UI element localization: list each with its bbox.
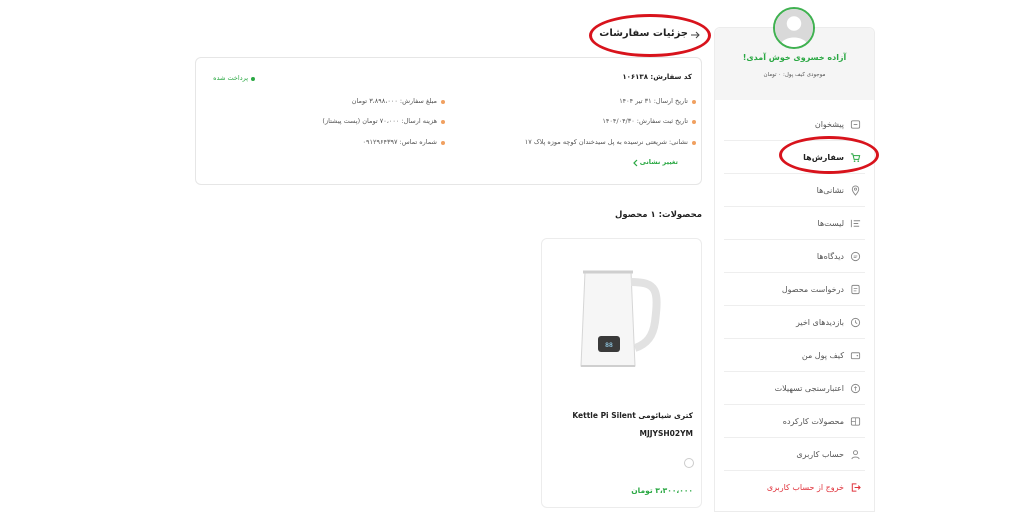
- sidebar-item-label: اعتبارسنجی تسهیلات: [774, 383, 844, 393]
- sidebar-item-lists[interactable]: لیست‌ها: [724, 207, 865, 240]
- product-price: ۳،۳۰۰،۰۰۰ تومان: [631, 486, 693, 495]
- sidebar-item-label: پیشخوان: [814, 119, 844, 129]
- sidebar-item-label: حساب کاربری: [796, 449, 844, 459]
- sidebar-item-label: نشانی‌ها: [816, 185, 844, 195]
- user-icon: [850, 449, 861, 460]
- sidebar-item-label: کیف پول من: [801, 350, 844, 360]
- sidebar-item-comments[interactable]: دیدگاه‌ها: [724, 240, 865, 273]
- bullet-dot: [692, 100, 696, 104]
- sidebar-item-addresses[interactable]: نشانی‌ها: [724, 174, 865, 207]
- annotation-circle-orders: [779, 136, 879, 174]
- product-name[interactable]: کتری شیائومی Kettle Pi Silent MJJYSH02YM: [555, 407, 693, 443]
- svg-text:88: 88: [605, 342, 613, 349]
- sidebar-item-wallet[interactable]: کیف پول من: [724, 339, 865, 372]
- clock-icon: [850, 317, 861, 328]
- address-text: نشانی: شریعتی نرسیده به پل سیدخندان کوچه…: [524, 138, 688, 146]
- used-products-icon: [850, 416, 861, 427]
- bullet-dot: [441, 141, 445, 145]
- status-badge: پرداخت شده: [213, 74, 248, 82]
- bullet-dot: [692, 141, 696, 145]
- wallet-balance: موجودی کیف پول: ۰ تومان: [763, 72, 826, 78]
- shipping-cost: هزینه ارسال: ۷۰،۰۰۰ تومان (پست پیشتاز): [322, 117, 437, 125]
- sidebar-item-label: محصولات کارکرده: [782, 416, 844, 426]
- sidebar-item-label: درخواست محصول: [781, 284, 844, 294]
- sidebar-item-label: خروج از حساب کاربری: [766, 483, 844, 492]
- list-icon: [850, 218, 861, 229]
- bullet-dot: [441, 100, 445, 104]
- bullet-dot: [441, 120, 445, 124]
- bullet-dot: [692, 120, 696, 124]
- sidebar-item-used-products[interactable]: محصولات کارکرده: [724, 405, 865, 438]
- send-date: تاریخ ارسال: ۳۱ تیر ۱۴۰۴: [619, 97, 688, 105]
- avatar[interactable]: [773, 7, 815, 49]
- order-code: کد سفارش: ۱۰۶۱۳۸: [622, 73, 692, 81]
- credit-icon: [850, 383, 861, 394]
- kettle-product-image[interactable]: 88: [571, 262, 671, 374]
- sidebar-item-product-request[interactable]: درخواست محصول: [724, 273, 865, 306]
- greeting-text: آزاده خسروی خوش آمدی!: [742, 53, 847, 62]
- sidebar-item-label: دیدگاه‌ها: [816, 251, 844, 261]
- sidebar-item-recent-views[interactable]: بازدیدهای اخیر: [724, 306, 865, 339]
- user-avatar-icon: [775, 9, 813, 47]
- annotation-circle-title: [589, 14, 711, 57]
- sidebar-item-label: لیست‌ها: [817, 218, 845, 228]
- sidebar-item-account[interactable]: حساب کاربری: [724, 438, 865, 471]
- sidebar-item-logout[interactable]: خروج از حساب کاربری: [724, 471, 865, 504]
- products-heading: محصولات: ۱ محصول: [615, 210, 702, 220]
- compare-radio[interactable]: [684, 458, 694, 468]
- sidebar-item-label: بازدیدهای اخیر: [796, 317, 844, 327]
- wallet-icon: [850, 350, 861, 361]
- phone-number: شماره تماس: ۰۹۱۲۹۶۴۳۹۷: [362, 138, 437, 146]
- change-address-link[interactable]: تغییر نشانی: [600, 158, 678, 166]
- comment-icon: [850, 251, 861, 262]
- logout-icon: [850, 482, 861, 493]
- sidebar-item-credit-check[interactable]: اعتبارسنجی تسهیلات: [724, 372, 865, 405]
- location-pin-icon: [850, 185, 861, 196]
- request-icon: [850, 284, 861, 295]
- register-date: تاریخ ثبت سفارش: ۱۴۰۴/۰۴/۳۰: [602, 117, 688, 125]
- status-dot: [251, 77, 255, 81]
- chevron-left-icon[interactable]: [632, 159, 639, 167]
- order-amount: مبلغ سفارش: ۳،۸۹۸،۰۰۰ تومان: [351, 97, 437, 105]
- dashboard-icon: [850, 119, 861, 130]
